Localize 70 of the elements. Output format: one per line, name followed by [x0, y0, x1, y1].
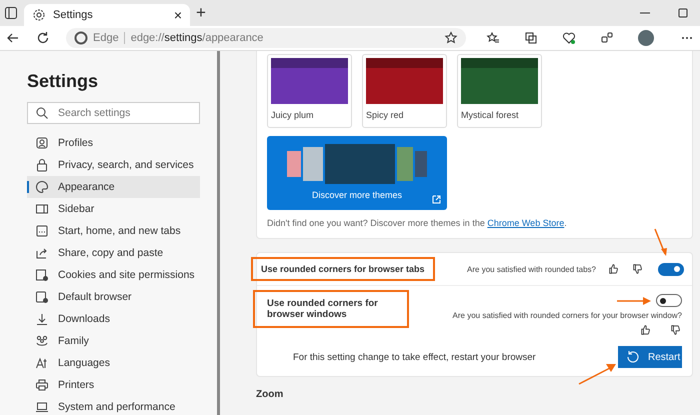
sidebar-item[interactable]: Printers [27, 374, 200, 396]
tab-title: Settings [53, 9, 94, 21]
restart-button[interactable]: Restart [618, 346, 682, 368]
sidebar-item[interactable]: Family [27, 330, 200, 352]
themes-note: Didn't find one you want? Discover more themes in the Chrome Web Store. [267, 218, 568, 228]
browser-tab[interactable]: Settings × [24, 4, 190, 26]
site-label: Edge [93, 32, 119, 44]
profile-avatar[interactable] [638, 30, 654, 46]
tab-actions-icon[interactable] [4, 6, 18, 20]
annotation-arrow [654, 228, 667, 256]
sidebar-title: Settings [27, 71, 100, 92]
sidebar-item[interactable]: Appearance [27, 176, 200, 198]
sidebar-item[interactable]: Privacy, search, and services [27, 154, 200, 176]
sidebar-item[interactable]: Start, home, and new tabs [27, 220, 200, 242]
thumbs-down-icon[interactable] [670, 324, 682, 336]
sidebar-icon [35, 202, 49, 216]
restart-icon [626, 350, 640, 364]
sidebar-item[interactable]: Sidebar [27, 198, 200, 220]
discover-themes-tile[interactable]: Discover more themes [267, 136, 447, 210]
cookie-icon [35, 268, 49, 282]
share-icon [35, 246, 49, 260]
language-icon [35, 356, 49, 370]
thumbs-up-icon[interactable] [640, 324, 652, 336]
add-favorite-icon[interactable] [444, 31, 458, 45]
thumbs-up-icon[interactable] [608, 263, 620, 275]
sidebar-item[interactable]: Share, copy and paste [27, 242, 200, 264]
chrome-web-store-link[interactable]: Chrome Web Store [487, 218, 564, 228]
maximize-icon[interactable] [676, 6, 690, 20]
lock-icon [35, 158, 49, 172]
new-tab-button[interactable]: + [196, 3, 206, 23]
search-icon [35, 106, 49, 120]
thumbs-down-icon[interactable] [632, 263, 644, 275]
theme-tile[interactable]: Juicy plum [267, 54, 352, 128]
settings-icon [32, 8, 46, 22]
toggle-switch[interactable] [658, 262, 684, 276]
palette-icon [35, 180, 49, 194]
family-icon [35, 334, 49, 348]
sidebar-item[interactable]: Downloads [27, 308, 200, 330]
refresh-icon[interactable] [36, 31, 50, 45]
sidebar-item[interactable]: System and performance [27, 396, 200, 415]
profile-icon [35, 136, 49, 150]
back-icon[interactable] [6, 31, 20, 45]
search-field[interactable]: Search settings [27, 102, 200, 124]
toggle-switch[interactable] [656, 294, 682, 307]
close-tab-button[interactable]: × [174, 7, 182, 23]
theme-tile[interactable]: Spicy red [362, 54, 447, 128]
feedback-question: Are you satisfied with rounded tabs? [467, 264, 596, 274]
collections-icon[interactable] [524, 31, 538, 45]
extensions-icon[interactable] [600, 31, 614, 45]
annotation-arrow [578, 364, 616, 385]
sidebar-item[interactable]: Default browser [27, 286, 200, 308]
sidebar-item[interactable]: Languages [27, 352, 200, 374]
annotation-arrow [617, 297, 651, 305]
download-icon [35, 312, 49, 326]
feedback-question: Are you satisfied with rounded corners for your browser window? [452, 311, 682, 320]
laptop-icon [35, 400, 49, 414]
favorites-icon[interactable] [486, 31, 500, 45]
sidebar-item[interactable]: Profiles [27, 132, 200, 154]
browser-icon [35, 290, 49, 304]
setting-label: Use rounded corners for browser tabs [251, 257, 435, 281]
address-bar[interactable]: Edge edge://settings/appearance [66, 28, 466, 48]
restart-message: For this setting change to take effect, restart your browser [293, 352, 536, 362]
sidebar-item[interactable]: Cookies and site permissions [27, 264, 200, 286]
home-icon [35, 224, 49, 238]
section-heading: Zoom [256, 389, 284, 400]
url-text: edge://settings/appearance [124, 32, 439, 44]
external-link-icon [432, 195, 441, 204]
setting-label: Use rounded corners for browser windows [253, 290, 409, 328]
printer-icon [35, 378, 49, 392]
theme-tile[interactable]: Mystical forest [457, 54, 542, 128]
